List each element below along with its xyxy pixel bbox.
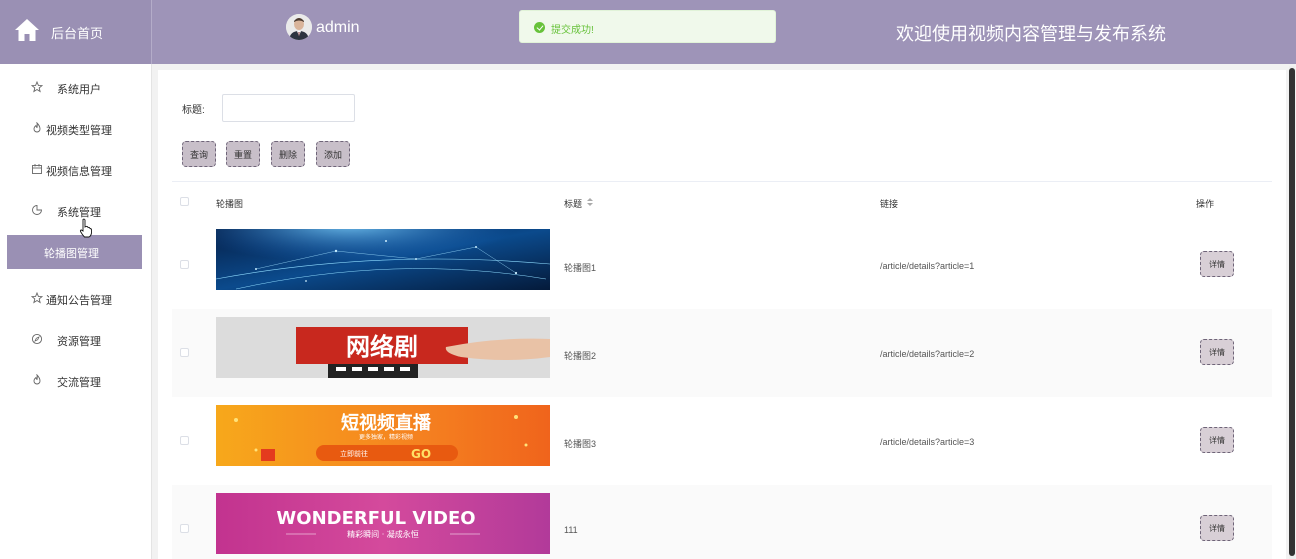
sidebar-item-resources[interactable]: 资源管理 [0,325,152,355]
calendar-icon [32,164,42,174]
banner-subtext: 精彩瞬间 · 凝成永恒 [347,529,419,539]
success-check-icon [534,22,545,33]
table-row: 网络剧 轮播图2 /article/details?article=2 详情 [172,309,1272,397]
main-content: 标题: 查询 重置 删除 添加 轮播图 标题 链接 操作 轮播图1 /artic… [158,70,1286,559]
sidebar-item-system-users[interactable]: 系统用户 [0,73,152,103]
carousel-image: 网络剧 [216,317,550,378]
detail-button[interactable]: 详情 [1200,251,1234,277]
admin-name[interactable]: admin [316,19,360,37]
star-icon [31,292,43,304]
column-header-title[interactable]: 标题 [564,197,582,210]
row-link: /article/details?article=3 [880,437,975,447]
fire-icon [33,374,41,385]
sort-icon[interactable] [586,197,594,207]
row-title: 111 [564,525,578,535]
top-header: 后台首页 admin 提交成功! 欢迎使用视频内容管理与发布系统 [0,0,1296,64]
column-header-link: 链接 [880,199,899,209]
banner-go-text: GO [411,447,431,461]
row-checkbox[interactable] [180,260,189,269]
sidebar-item-communication[interactable]: 交流管理 [0,366,152,396]
banner-button-text: 立即前往 [340,449,368,458]
banner-text: 网络剧 [346,333,418,361]
banner-subtext: 更多独家，精彩视频 [359,433,413,441]
sidebar-item-label: 系统用户 [57,84,101,96]
row-link: /article/details?article=1 [880,261,975,271]
success-toast: 提交成功! [519,10,776,43]
row-checkbox[interactable] [180,348,189,357]
table-row: 短视频直播 更多独家，精彩视频 立即前往 GO 轮播图3 /article/de… [172,397,1272,485]
sidebar-item-label: 视频类型管理 [46,125,112,137]
home-link[interactable]: 后台首页 [0,0,152,64]
sidebar-subitem-label: 轮播图管理 [44,248,99,260]
sidebar: 系统用户 视频类型管理 视频信息管理 系统管理 轮播图管理 通知公告管理 资源管… [0,64,152,559]
column-header-action: 操作 [1196,199,1215,209]
scrollbar-thumb[interactable] [1289,68,1295,556]
delete-button[interactable]: 删除 [271,141,305,167]
sidebar-subitem-carousel[interactable]: 轮播图管理 [7,235,142,269]
sidebar-item-label: 视频信息管理 [46,166,112,178]
sidebar-item-label: 交流管理 [57,377,101,389]
column-header-image: 轮播图 [216,199,244,209]
carousel-image [216,229,550,290]
banner-text: WONDERFUL VIDEO [276,508,475,529]
query-button[interactable]: 查询 [182,141,216,167]
row-title: 轮播图3 [564,439,597,449]
sidebar-item-video-types[interactable]: 视频类型管理 [0,114,152,144]
detail-button[interactable]: 详情 [1200,515,1234,541]
row-link: /article/details?article=2 [880,349,975,359]
home-label: 后台首页 [51,26,104,41]
carousel-image: WONDERFUL VIDEO 精彩瞬间 · 凝成永恒 [216,493,550,554]
avatar[interactable] [286,14,312,40]
star-icon [31,81,43,93]
sidebar-item-video-info[interactable]: 视频信息管理 [0,155,152,185]
select-all-checkbox[interactable] [180,197,189,206]
hand-cursor-icon [79,218,92,238]
row-checkbox[interactable] [180,436,189,445]
sidebar-item-label: 资源管理 [57,336,101,348]
table-header: 轮播图 标题 链接 操作 [172,181,1272,221]
home-icon [15,19,39,41]
table-row: WONDERFUL VIDEO 精彩瞬间 · 凝成永恒 111 详情 [172,485,1272,559]
table-row: 轮播图1 /article/details?article=1 详情 [172,221,1272,309]
compass-icon [31,333,43,345]
add-button[interactable]: 添加 [316,141,350,167]
reset-button[interactable]: 重置 [226,141,260,167]
banner-text: 短视频直播 [341,412,432,434]
sidebar-item-system-management[interactable]: 系统管理 [0,196,152,226]
pie-chart-icon [32,205,42,215]
toast-message: 提交成功! [551,25,594,36]
page-scrollbar[interactable] [1289,66,1295,559]
sidebar-item-label: 通知公告管理 [46,295,112,307]
title-filter-input[interactable] [222,94,355,122]
site-title: 欢迎使用视频内容管理与发布系统 [896,24,1166,44]
row-title: 轮播图2 [564,351,597,361]
row-checkbox[interactable] [180,524,189,533]
row-title: 轮播图1 [564,263,597,273]
fire-icon [33,122,41,133]
detail-button[interactable]: 详情 [1200,427,1234,453]
carousel-image: 短视频直播 更多独家，精彩视频 立即前往 GO [216,405,550,466]
sidebar-item-notices[interactable]: 通知公告管理 [0,284,152,314]
detail-button[interactable]: 详情 [1200,339,1234,365]
title-filter-label: 标题: [182,105,205,116]
